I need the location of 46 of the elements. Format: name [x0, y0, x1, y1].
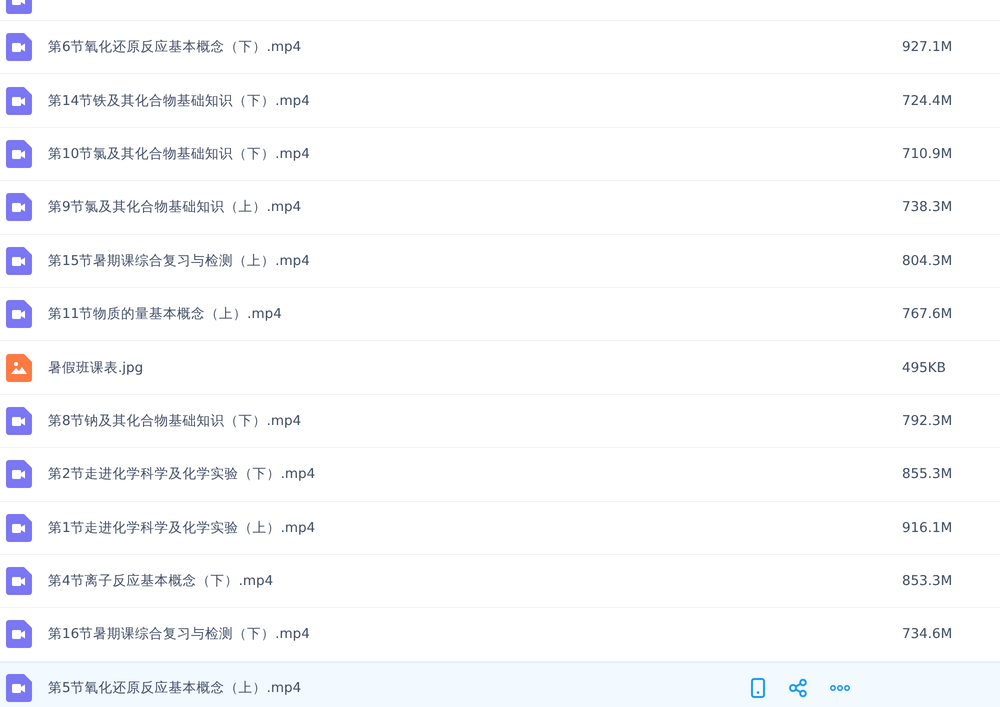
- file-size: 853.3M: [902, 573, 954, 590]
- file-name: 第9节氯及其化合物基础知识（上）.mp4: [48, 198, 302, 216]
- video-file-icon: [6, 514, 32, 542]
- file-size: 710.9M: [902, 146, 954, 162]
- share-icon[interactable]: [788, 678, 808, 698]
- file-name: 第8节钠及其化合物基础知识（下）.mp4: [48, 412, 302, 430]
- video-file-icon: [6, 193, 32, 222]
- file-name: 第10节氯及其化合物基础知识（下）.mp4: [48, 144, 311, 163]
- file-size: 734.6M: [902, 626, 954, 642]
- image-file-icon: [6, 354, 32, 382]
- video-file-icon: [6, 406, 32, 435]
- video-file-icon: [6, 0, 32, 14]
- video-file-icon: [6, 567, 32, 596]
- video-file-icon: [6, 674, 32, 702]
- file-name: 第4节离子反应基本概念（下）.mp4: [48, 572, 274, 590]
- file-name: 第5节氧化还原反应基本概念（上）.mp4: [48, 679, 302, 698]
- file-size: 738.3M: [902, 199, 954, 216]
- video-file-icon: [6, 140, 32, 168]
- file-size: 804.3M: [902, 252, 954, 269]
- phone-icon[interactable]: [750, 678, 766, 698]
- file-name: 第14节铁及其化合物基础知识（下）.mp4: [48, 92, 311, 110]
- video-file-icon: [6, 620, 32, 648]
- file-row[interactable]: 第1节走进化学科学及化学实验（上）.mp4 916.1M: [0, 502, 1000, 555]
- file-name: 第16节暑期课综合复习与检测（下）.mp4: [48, 625, 311, 644]
- file-row[interactable]: 第5节氧化还原反应基本概念（上）.mp4: [0, 662, 1000, 707]
- file-size: 927.1M: [902, 39, 954, 56]
- video-file-icon: [6, 33, 32, 62]
- video-file-icon: [6, 300, 32, 328]
- video-file-icon: [6, 246, 32, 275]
- more-icon[interactable]: [830, 684, 850, 692]
- file-name: 第1节走进化学科学及化学实验（上）.mp4: [48, 518, 316, 537]
- file-row[interactable]: 第15节暑期课综合复习与检测（上）.mp4 804.3M: [0, 234, 1000, 288]
- file-name: 第11节物质的量基本概念（上）.mp4: [48, 305, 283, 324]
- file-size: 495KB: [902, 360, 947, 376]
- file-name: 第2节走进化学科学及化学实验（下）.mp4: [48, 465, 316, 484]
- file-size: 855.3M: [902, 466, 954, 482]
- file-size: 724.4M: [902, 92, 954, 109]
- file-name: 第15节暑期课综合复习与检测（上）.mp4: [48, 252, 311, 270]
- video-file-icon: [6, 460, 32, 488]
- file-name: 暑假班课表.jpg: [48, 358, 144, 377]
- file-size: 767.6M: [902, 306, 954, 322]
- file-row[interactable]: 第8节钠及其化合物基础知识（下）.mp4 792.3M: [0, 394, 1000, 448]
- file-size: 916.1M: [902, 520, 954, 536]
- file-size: 792.3M: [902, 412, 954, 429]
- video-file-icon: [6, 86, 32, 115]
- file-name: 第6节氧化还原反应基本概念（下）.mp4: [48, 38, 302, 56]
